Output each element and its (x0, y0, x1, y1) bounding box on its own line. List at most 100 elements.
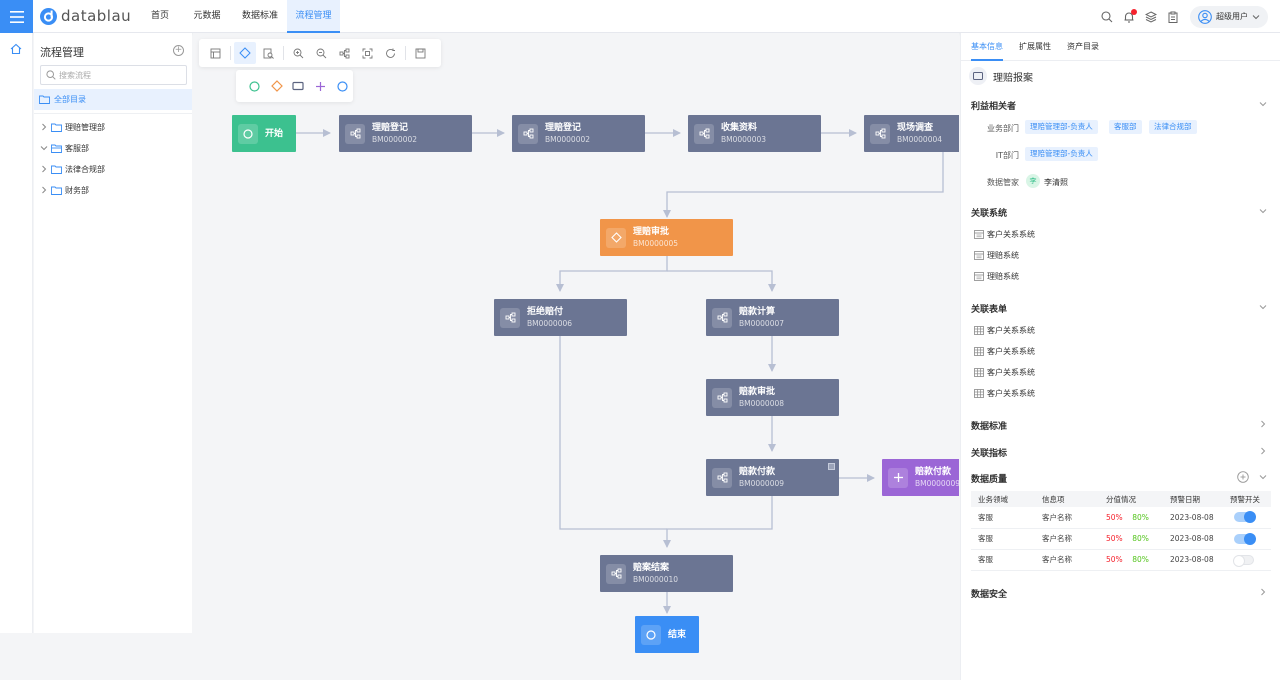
add-circle-icon[interactable] (1237, 471, 1249, 483)
alert-toggle[interactable] (1234, 511, 1256, 524)
save-icon[interactable] (409, 42, 431, 64)
flow-node-end[interactable]: 结束 (635, 616, 699, 653)
tree-folder[interactable]: 法律合规部 (40, 161, 105, 177)
related-system-item[interactable]: 理赔系统 (974, 271, 1019, 282)
stakeholder-tag[interactable]: 理赔管理部-负责人 (1025, 120, 1098, 134)
chevron-down-icon[interactable] (1258, 302, 1268, 312)
list-icon[interactable] (204, 42, 226, 64)
chevron-right-icon[interactable] (1258, 587, 1268, 597)
layout-icon[interactable] (333, 42, 355, 64)
tab-extended-attributes[interactable]: 扩展属性 (1019, 33, 1051, 61)
tree-root-all[interactable]: 全部目录 (34, 89, 192, 110)
flow-node-process[interactable]: 收集资料 BM0000003 (688, 115, 821, 152)
avatar: 李 (1026, 174, 1040, 188)
related-system-label: 理赔系统 (987, 272, 1019, 281)
tree-root-label: 全部目录 (54, 95, 86, 104)
tree-folder[interactable]: 客服部 (40, 140, 89, 156)
section-related-indicators[interactable]: 关联指标 (971, 446, 1007, 459)
flow-node-start[interactable]: 开始 (232, 115, 296, 152)
section-stakeholders: 利益相关者 (971, 102, 1017, 112)
panel-title-text: 理赔报案 (993, 72, 1033, 84)
related-form-item[interactable]: 客户关系系统 (974, 388, 1035, 399)
node-handle[interactable] (828, 463, 835, 470)
layers-icon[interactable] (1140, 6, 1162, 28)
nav-metadata[interactable]: 元数据 (186, 0, 228, 33)
bell-icon[interactable] (1118, 6, 1140, 28)
related-system-item[interactable]: 客户关系系统 (974, 229, 1035, 240)
refresh-icon[interactable] (379, 42, 401, 64)
related-form-item[interactable]: 客户关系系统 (974, 346, 1035, 357)
search-input[interactable] (59, 70, 179, 80)
chevron-down-icon (1252, 14, 1260, 19)
flow-canvas[interactable]: 开始 理赔登记 BM0000002 理赔登记 BM0000002 收集资料 BM000… (193, 33, 959, 680)
section-data-standards[interactable]: 数据标准 (971, 419, 1007, 432)
search-icon[interactable] (1096, 6, 1118, 28)
process-icon (694, 123, 714, 144)
flow-node-process[interactable]: 赔款审批 BM0000008 (706, 379, 839, 416)
cell-score: 50% 80% (1099, 549, 1163, 571)
node-code: BM0000003 (721, 134, 767, 144)
tree-folder-label: 财务部 (65, 185, 89, 195)
score-low: 50% (1106, 512, 1123, 522)
stakeholder-tag[interactable]: 客服部 (1109, 120, 1142, 134)
user-menu[interactable]: 超级用户 (1190, 5, 1268, 28)
node-code: BM0000006 (527, 318, 573, 328)
stakeholder-tag[interactable]: 理赔管理部-负责人 (1025, 147, 1098, 161)
table-header-row: 业务领域 信息项 分值情况 预警日期 预警开关 (971, 491, 1271, 507)
canvas-toolbar (199, 39, 441, 67)
diamond-icon (606, 227, 626, 248)
fit-icon[interactable] (356, 42, 378, 64)
nav-process-management[interactable]: 流程管理 (287, 0, 340, 33)
nav-data-standard[interactable]: 数据标准 (236, 0, 284, 33)
clipboard-icon[interactable] (1162, 6, 1184, 28)
flow-node-process[interactable]: 理赔登记 BM0000002 (512, 115, 645, 152)
flow-node-process[interactable]: 现场调查 BM0000004 (864, 115, 959, 152)
select-icon[interactable] (234, 42, 256, 64)
left-rail (0, 33, 33, 633)
chevron-down-icon[interactable] (1258, 472, 1268, 482)
flow-node-subprocess[interactable]: 赔款付款 BM0000009 (882, 459, 959, 496)
flow-node-decision[interactable]: 理赔审批 BM0000005 (600, 219, 733, 256)
flow-node-process[interactable]: 赔款计算 BM0000007 (706, 299, 839, 336)
tree-folder[interactable]: 财务部 (40, 182, 89, 198)
search-doc-icon[interactable] (257, 42, 279, 64)
chevron-down-icon[interactable] (1258, 206, 1268, 216)
table-row: 客服 客户名称 50% 80% 2023-08-08 (971, 528, 1271, 550)
zoom-in-icon[interactable] (287, 42, 309, 64)
flow-node-process[interactable]: 拒绝赔付 BM0000006 (494, 299, 627, 336)
subprocess-node-shape[interactable] (309, 75, 331, 97)
nav-home[interactable]: 首页 (143, 0, 177, 33)
sidebar-search[interactable] (40, 65, 187, 85)
flow-node-process[interactable]: 理赔登记 BM0000002 (339, 115, 472, 152)
process-node-shape[interactable] (288, 75, 310, 97)
home-icon[interactable] (9, 42, 23, 56)
chevron-right-icon[interactable] (1258, 446, 1268, 456)
tree-folder[interactable]: 理赔管理部 (40, 119, 105, 135)
related-form-item[interactable]: 客户关系系统 (974, 367, 1035, 378)
tab-basic-info[interactable]: 基本信息 (971, 33, 1003, 61)
chevron-down-icon[interactable] (1258, 99, 1268, 109)
related-form-item[interactable]: 客户关系系统 (974, 325, 1035, 336)
chevron-right-icon[interactable] (1258, 419, 1268, 429)
related-system-label: 理赔系统 (987, 251, 1019, 260)
node-code: BM0000002 (545, 134, 591, 144)
node-code: BM0000002 (372, 134, 418, 144)
alert-toggle[interactable] (1234, 532, 1256, 545)
start-node-shape[interactable] (244, 75, 266, 97)
decision-node-shape[interactable] (266, 75, 288, 97)
process-icon (712, 307, 732, 328)
stakeholder-tag[interactable]: 法律合规部 (1149, 120, 1197, 134)
flow-node-process[interactable]: 赔款付款 BM0000009 (706, 459, 839, 496)
related-system-item[interactable]: 理赔系统 (974, 250, 1019, 261)
zoom-out-icon[interactable] (310, 42, 332, 64)
menu-icon[interactable] (0, 0, 33, 33)
alert-toggle[interactable] (1233, 554, 1254, 567)
end-node-shape[interactable] (331, 75, 353, 97)
section-data-security[interactable]: 数据安全 (971, 587, 1007, 600)
node-code: BM0000009 (915, 478, 959, 488)
app-logo[interactable]: datablau (40, 7, 131, 25)
tab-asset-catalog[interactable]: 资产目录 (1067, 33, 1099, 61)
flow-node-process[interactable]: 赔案结案 BM0000010 (600, 555, 733, 592)
node-code: BM0000008 (739, 398, 785, 408)
add-folder-button[interactable]: + (173, 45, 184, 56)
